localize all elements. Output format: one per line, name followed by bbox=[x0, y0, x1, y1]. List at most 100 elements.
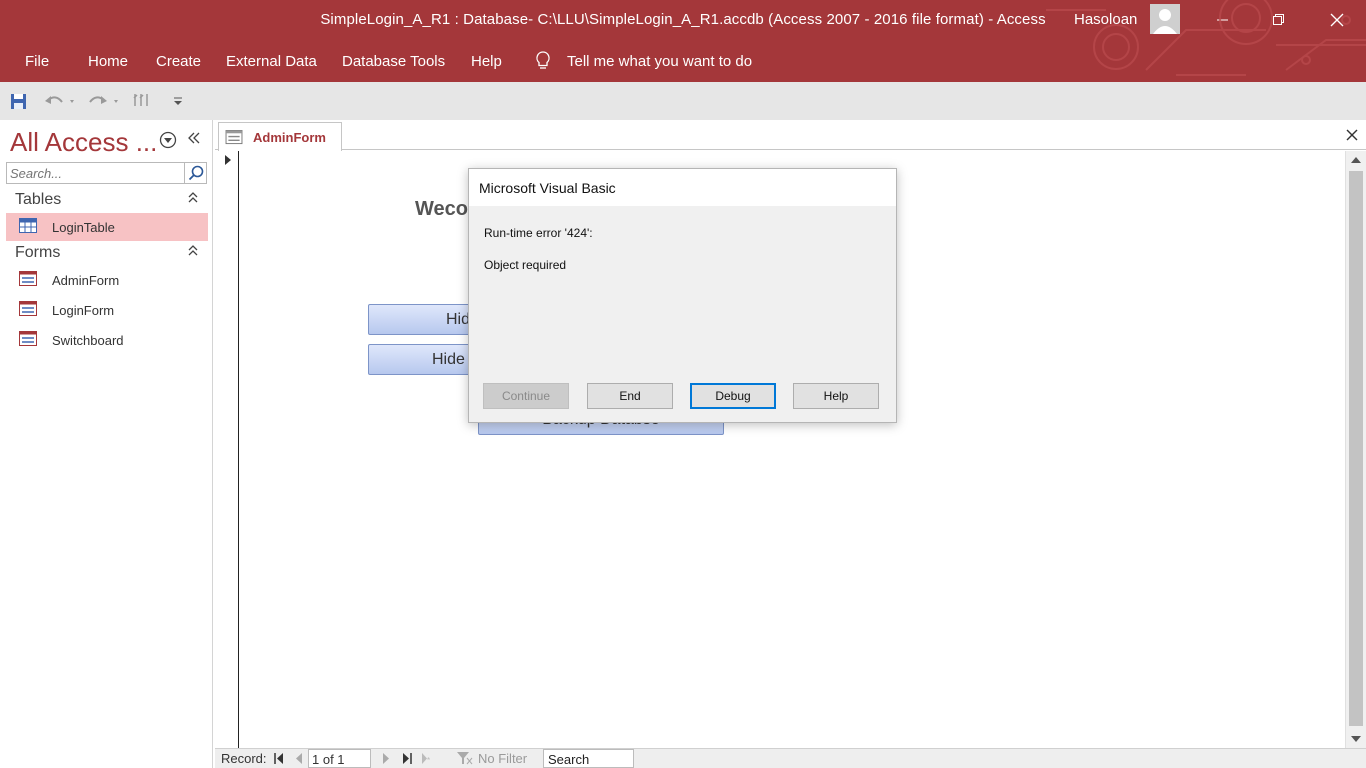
tab-home[interactable]: Home bbox=[88, 53, 128, 70]
form-icon bbox=[19, 331, 37, 346]
filter-status[interactable]: No Filter bbox=[478, 751, 527, 766]
redo-button[interactable] bbox=[88, 91, 118, 111]
shutter-bar-button[interactable] bbox=[187, 131, 201, 149]
touch-mode-button[interactable] bbox=[132, 91, 152, 111]
end-button[interactable]: End bbox=[587, 383, 673, 409]
avatar[interactable] bbox=[1150, 4, 1180, 34]
help-button[interactable]: Help bbox=[793, 383, 879, 409]
tab-create[interactable]: Create bbox=[156, 53, 201, 70]
vba-error-dialog: Microsoft Visual Basic Run-time error '4… bbox=[468, 168, 897, 423]
first-record-icon bbox=[274, 753, 283, 764]
lightbulb-icon bbox=[536, 51, 550, 69]
nav-item-adminform[interactable]: AdminForm bbox=[6, 266, 208, 294]
nav-item-label: LoginTable bbox=[52, 220, 115, 235]
title-bar: SimpleLogin_A_R1 : Database- C:\LLU\Simp… bbox=[0, 0, 1366, 40]
navigation-pane: All Access ... Tables LoginTable Forms A… bbox=[0, 120, 213, 768]
last-record-button[interactable] bbox=[402, 752, 412, 767]
previous-record-icon bbox=[296, 753, 302, 764]
close-window-button[interactable] bbox=[1314, 0, 1360, 40]
save-button[interactable] bbox=[10, 91, 27, 111]
double-chevron-left-icon bbox=[188, 132, 200, 144]
scroll-down-button[interactable] bbox=[1346, 730, 1366, 748]
window-title: SimpleLogin_A_R1 : Database- C:\LLU\Simp… bbox=[320, 11, 1046, 28]
dialog-title: Microsoft Visual Basic bbox=[479, 180, 616, 196]
next-record-icon bbox=[383, 753, 389, 764]
previous-record-button[interactable] bbox=[295, 752, 303, 767]
first-record-button[interactable] bbox=[274, 752, 284, 767]
restore-icon bbox=[1273, 14, 1284, 25]
group-label: Forms bbox=[15, 244, 61, 261]
vertical-scrollbar[interactable] bbox=[1345, 151, 1366, 748]
undo-button[interactable] bbox=[44, 91, 74, 111]
customize-qat-button[interactable] bbox=[173, 91, 183, 111]
chevron-down-icon bbox=[174, 97, 182, 105]
document-tab-adminform[interactable]: AdminForm bbox=[218, 122, 342, 151]
touch-mode-icon bbox=[133, 94, 148, 106]
arrow-up-icon bbox=[1351, 157, 1361, 163]
record-label: Record: bbox=[221, 751, 267, 766]
quick-access-toolbar bbox=[0, 82, 1366, 120]
ribbon-tabs: File Home Create External Data Database … bbox=[0, 40, 1366, 82]
current-record-icon bbox=[225, 155, 231, 165]
nav-item-label: LoginForm bbox=[52, 303, 115, 318]
new-record-button[interactable]: * bbox=[421, 752, 433, 767]
scroll-up-button[interactable] bbox=[1346, 151, 1366, 169]
chevron-circle-down-icon bbox=[159, 131, 177, 149]
svg-text:*: * bbox=[427, 756, 430, 764]
nav-item-label: AdminForm bbox=[52, 273, 120, 288]
minimize-icon bbox=[1217, 19, 1228, 21]
debug-button[interactable]: Debug bbox=[690, 383, 776, 409]
search-icon bbox=[188, 165, 203, 181]
record-navigation-bar: Record: 1 of 1 * No Filter Search bbox=[215, 748, 1366, 768]
error-message: Object required bbox=[484, 258, 567, 272]
table-icon bbox=[19, 218, 37, 233]
document-tab-label: AdminForm bbox=[253, 130, 326, 145]
undo-icon bbox=[45, 96, 74, 104]
dialog-titlebar: Microsoft Visual Basic bbox=[469, 169, 896, 206]
user-name[interactable]: Hasoloan bbox=[1074, 11, 1137, 28]
form-icon bbox=[225, 130, 243, 145]
nav-item-label: Switchboard bbox=[52, 333, 124, 348]
close-document-button[interactable] bbox=[1346, 126, 1358, 146]
group-header-forms[interactable]: Forms bbox=[6, 242, 208, 264]
save-icon bbox=[11, 93, 26, 109]
record-selector[interactable] bbox=[215, 151, 239, 748]
form-icon bbox=[19, 271, 37, 286]
nav-search-button[interactable] bbox=[184, 163, 206, 183]
group-label: Tables bbox=[15, 191, 62, 208]
welcome-label: Weco bbox=[415, 198, 468, 220]
form-icon bbox=[19, 301, 37, 316]
nav-item-loginform[interactable]: LoginForm bbox=[6, 296, 208, 324]
nav-item-logintable[interactable]: LoginTable bbox=[6, 213, 208, 241]
document-tabstrip: AdminForm bbox=[215, 120, 1366, 151]
collapse-icon bbox=[188, 192, 198, 207]
last-record-icon bbox=[403, 753, 412, 764]
tab-file[interactable]: File bbox=[25, 53, 49, 70]
nav-search bbox=[6, 162, 207, 184]
group-header-tables[interactable]: Tables bbox=[6, 189, 208, 211]
arrow-down-icon bbox=[1351, 736, 1361, 742]
record-search-field[interactable]: Search bbox=[543, 749, 634, 768]
nav-search-input[interactable] bbox=[7, 163, 185, 183]
nav-pane-title[interactable]: All Access ... bbox=[10, 127, 157, 158]
tab-help[interactable]: Help bbox=[471, 53, 502, 70]
current-record-field[interactable]: 1 of 1 bbox=[308, 749, 371, 768]
nav-menu-button[interactable] bbox=[159, 131, 177, 149]
minimize-button[interactable] bbox=[1200, 0, 1246, 40]
new-record-icon: * bbox=[422, 753, 430, 765]
continue-button: Continue bbox=[483, 383, 569, 409]
redo-icon bbox=[89, 96, 118, 104]
user-avatar-icon bbox=[1153, 9, 1177, 34]
error-number: Run-time error '424': bbox=[484, 226, 593, 240]
restore-button[interactable] bbox=[1256, 0, 1302, 40]
collapse-icon bbox=[188, 245, 198, 260]
tab-external-data[interactable]: External Data bbox=[226, 53, 317, 70]
close-icon bbox=[1330, 13, 1344, 27]
close-icon bbox=[1346, 129, 1358, 141]
scroll-thumb[interactable] bbox=[1349, 171, 1363, 726]
nav-item-switchboard[interactable]: Switchboard bbox=[6, 326, 208, 354]
next-record-button[interactable] bbox=[382, 752, 390, 767]
tell-me-box[interactable]: Tell me what you want to do bbox=[567, 53, 752, 70]
tab-database-tools[interactable]: Database Tools bbox=[342, 53, 445, 70]
filter-icon bbox=[457, 752, 473, 768]
